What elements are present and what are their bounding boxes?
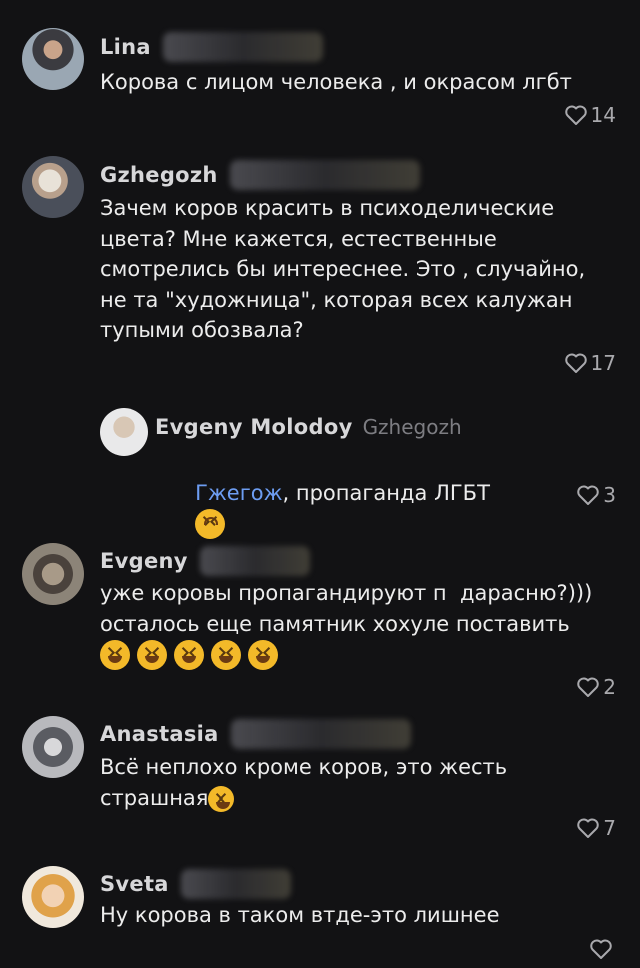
- like-count: 17: [590, 351, 616, 375]
- blurred-username: [180, 869, 291, 899]
- heart-outline-icon: [577, 818, 600, 838]
- like-button[interactable]: 17: [564, 351, 616, 375]
- comment-text: Ну корова в таком втде-это лишнее: [100, 903, 500, 927]
- heart-outline-icon: [590, 939, 612, 959]
- like-button[interactable]: 3: [576, 483, 616, 507]
- like-button[interactable]: 14: [564, 103, 616, 127]
- mention-link[interactable]: Гжегож: [195, 481, 282, 505]
- comment-body: Всё неплохо кроме коров, это жесть страш…: [100, 755, 508, 810]
- avatar[interactable]: [22, 28, 84, 90]
- avatar[interactable]: [100, 408, 148, 456]
- comment-author[interactable]: Lina: [100, 35, 151, 59]
- like-button[interactable]: 2: [576, 675, 616, 699]
- heart-outline-icon: [577, 677, 600, 697]
- comment-text: Корова с лицом человека , и окрасом лгбт: [100, 70, 572, 94]
- comment-text: Зачем коров красить в психоделические цв…: [100, 196, 586, 342]
- blurred-username: [229, 160, 420, 190]
- comments-feed: Lina Корова с лицом человека , и окрасом…: [0, 0, 640, 968]
- like-count: 3: [603, 483, 616, 507]
- squinting-laugh-emoji: [211, 640, 242, 670]
- rolling-laughing-emoji: [208, 785, 235, 812]
- comment-author[interactable]: Anastasia: [100, 722, 219, 746]
- blurred-username: [162, 32, 323, 62]
- heart-outline-icon: [564, 105, 587, 125]
- squinting-laugh-emoji: [248, 640, 279, 670]
- heart-outline-icon: [564, 353, 587, 373]
- avatar[interactable]: [22, 156, 84, 218]
- emoji-row: [100, 640, 280, 670]
- reply-to-username[interactable]: Gzhegozh: [363, 415, 462, 439]
- comment-author[interactable]: Gzhegozh: [100, 163, 218, 187]
- upside-down-face-emoji: [195, 509, 226, 539]
- like-count: 14: [590, 103, 616, 127]
- blurred-username: [199, 546, 310, 576]
- comment-text: уже коровы пропагандируют п дарасню?))) …: [100, 581, 593, 636]
- comment-text: Всё неплохо кроме коров, это жесть страш…: [100, 752, 507, 813]
- like-button[interactable]: 7: [576, 816, 616, 840]
- like-count: 2: [603, 675, 616, 699]
- avatar[interactable]: [22, 866, 84, 928]
- like-count: 7: [603, 816, 616, 840]
- squinting-laugh-emoji: [174, 640, 205, 670]
- comment-author[interactable]: Sveta: [100, 872, 169, 896]
- comment-author[interactable]: Evgeny Molodoy: [155, 415, 353, 439]
- squinting-laugh-emoji: [100, 640, 130, 670]
- blurred-username: [230, 719, 411, 749]
- reply-text: , пропаганда ЛГБТ: [282, 480, 490, 505]
- heart-outline-icon: [577, 485, 600, 505]
- like-button[interactable]: [589, 938, 616, 960]
- avatar[interactable]: [22, 716, 84, 778]
- squinting-laugh-emoji: [137, 640, 168, 670]
- comment-author[interactable]: Evgeny: [100, 549, 188, 573]
- avatar[interactable]: [22, 543, 84, 605]
